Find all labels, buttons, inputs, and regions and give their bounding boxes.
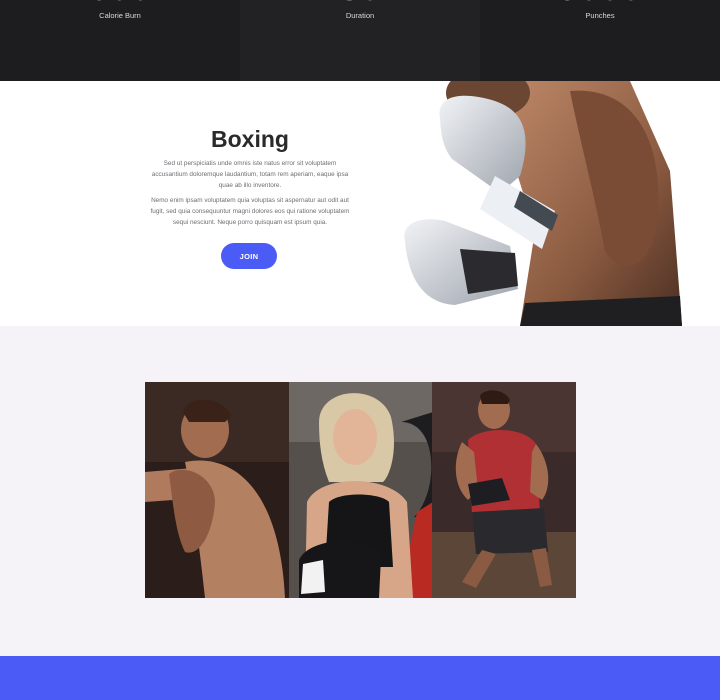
gallery-photo-female-boxer[interactable] bbox=[288, 382, 433, 598]
stats-band: 600 Calorie Burn 30 Duration 5000 Punche… bbox=[0, 0, 720, 81]
footer-band bbox=[0, 656, 720, 700]
stat-value: 600 bbox=[0, 0, 240, 6]
stat-value: 5000 bbox=[480, 0, 720, 6]
stat-value: 30 bbox=[240, 0, 480, 6]
photo-gallery bbox=[145, 382, 577, 598]
section-title: Boxing bbox=[211, 126, 289, 152]
boxing-section: Boxing Sed ut perspiciatis unde omnis is… bbox=[0, 81, 720, 326]
stat-duration: 30 Duration bbox=[240, 0, 480, 81]
join-button[interactable]: JOIN bbox=[221, 243, 277, 269]
stat-label: Punches bbox=[585, 11, 615, 20]
gallery-photo-shirtless-boxer[interactable] bbox=[145, 382, 289, 598]
gallery-photo-gym-boxer[interactable] bbox=[432, 382, 577, 598]
body-paragraph: Nemo enim ipsam voluptatem quia voluptas… bbox=[150, 197, 350, 226]
stat-punches: 5000 Punches bbox=[480, 0, 720, 81]
gallery-section bbox=[0, 326, 720, 656]
stat-label: Duration bbox=[345, 11, 375, 20]
stat-calorie-burn: 600 Calorie Burn bbox=[0, 0, 240, 81]
stat-label: Calorie Burn bbox=[99, 11, 141, 20]
intro-paragraph: Sed ut perspiciatis unde omnis iste natu… bbox=[151, 160, 349, 189]
boxer-photo bbox=[404, 81, 682, 326]
